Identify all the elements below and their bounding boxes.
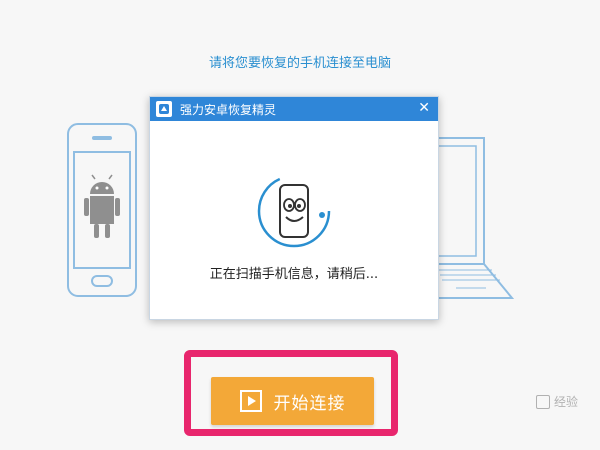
scan-status-text: 正在扫描手机信息，请稍后... [209, 267, 379, 282]
dialog-titlebar: 强力安卓恢复精灵 ✕ [150, 97, 438, 121]
watermark: 经验 [535, 393, 578, 410]
watermark-icon [535, 394, 550, 409]
laptop-icon [426, 136, 515, 306]
instruction-text: 请将您要恢复的手机连接至电脑 [208, 56, 391, 71]
scan-dialog: 强力安卓恢复精灵 ✕ 正在扫描手机信息，请稍后... [149, 96, 439, 320]
start-connect-button[interactable]: 开始连接 [211, 377, 374, 425]
watermark-text: 经验 [553, 395, 578, 409]
app-logo-icon [156, 101, 172, 117]
android-phone-icon [66, 122, 138, 302]
dialog-title: 强力安卓恢复精灵 [180, 102, 277, 117]
play-icon [239, 390, 262, 412]
start-button-label: 开始连接 [273, 393, 346, 414]
scanning-phone-icon [254, 171, 334, 255]
close-icon[interactable]: ✕ [418, 100, 430, 116]
